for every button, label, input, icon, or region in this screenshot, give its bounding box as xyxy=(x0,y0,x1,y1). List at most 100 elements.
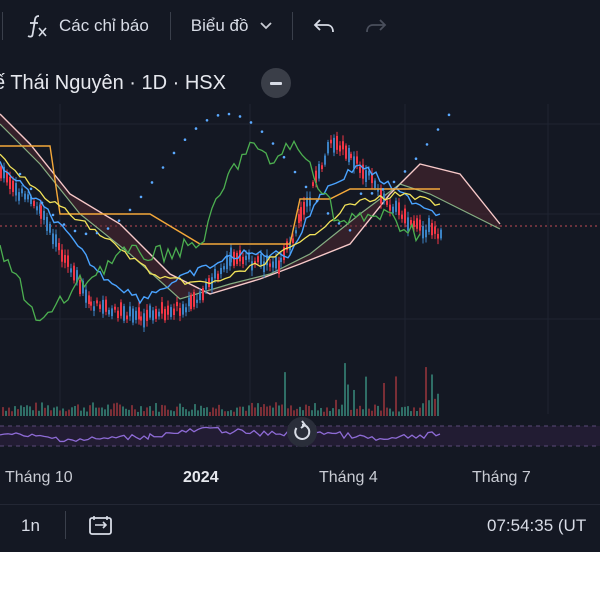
candle-body xyxy=(356,156,358,164)
volume-bar xyxy=(428,400,430,416)
volume-bar xyxy=(167,409,169,416)
volume-bar xyxy=(398,411,400,416)
volume-bar xyxy=(173,411,175,416)
volume-bar xyxy=(404,406,406,416)
candle-body xyxy=(15,183,17,196)
candle-body xyxy=(336,135,338,150)
volume-bar xyxy=(287,408,289,416)
parabolic-sar-dot xyxy=(139,195,143,199)
volume-bar xyxy=(65,411,67,416)
candle-body xyxy=(79,279,81,295)
volume-bar xyxy=(236,407,238,416)
candle-body xyxy=(105,299,107,312)
volume-bars xyxy=(2,363,439,416)
volume-bar xyxy=(419,407,421,416)
candle-body xyxy=(205,283,207,290)
volume-bar xyxy=(92,402,94,416)
symbol-title[interactable]: ế Thái Nguyên · 1D · HSX xyxy=(0,72,226,95)
interval-button[interactable]: 1n xyxy=(21,516,40,536)
volume-bar xyxy=(185,409,187,416)
compare-button[interactable] xyxy=(88,514,114,543)
volume-bar xyxy=(323,411,325,416)
candle-body xyxy=(330,139,332,144)
candle-body xyxy=(155,309,157,319)
candle-body xyxy=(126,315,128,320)
volume-bar xyxy=(266,406,268,416)
candle-body xyxy=(176,301,178,307)
app-window: Các chỉ báo Biểu đồ ế Thái Nguyên · 1D ·… xyxy=(0,0,600,552)
volume-bar xyxy=(248,405,250,416)
volume-bar xyxy=(362,409,364,416)
volume-bar xyxy=(83,407,85,416)
parabolic-sar-dot xyxy=(73,229,77,233)
candle-body xyxy=(269,263,271,267)
parabolic-sar-dot xyxy=(18,172,22,176)
parabolic-sar-dot xyxy=(194,127,198,130)
candle-body xyxy=(9,176,11,189)
x-axis-label: Tháng 10 xyxy=(5,469,73,486)
volume-bar xyxy=(110,409,112,416)
volume-bar xyxy=(32,410,34,416)
candle-body xyxy=(413,220,415,227)
candle-body xyxy=(129,306,131,317)
chart-type-dropdown[interactable]: Biểu đồ xyxy=(191,0,273,52)
candle-body xyxy=(111,308,113,317)
volume-bar xyxy=(158,411,160,416)
volume-bar xyxy=(95,407,97,416)
redo-button[interactable] xyxy=(365,0,387,52)
parabolic-sar-dot xyxy=(249,121,253,124)
volume-bar xyxy=(389,408,391,416)
parabolic-sar-dot xyxy=(425,143,429,146)
parabolic-sar-dot xyxy=(227,112,231,116)
candle-body xyxy=(339,145,341,152)
volume-bar xyxy=(74,405,76,416)
collapse-button[interactable] xyxy=(261,68,291,98)
candle-body xyxy=(324,155,326,165)
volume-bar xyxy=(113,403,115,416)
candle-body xyxy=(359,166,361,173)
candle-body xyxy=(272,261,274,268)
candle-body xyxy=(146,309,148,321)
volume-bar xyxy=(23,407,25,416)
redo-icon xyxy=(365,17,387,35)
candle-body xyxy=(190,294,192,310)
candle-body xyxy=(99,304,101,309)
volume-bar xyxy=(344,363,346,416)
volume-bar xyxy=(8,407,10,416)
compare-icon xyxy=(89,516,112,535)
candle-body xyxy=(401,214,403,219)
parabolic-sar-dot xyxy=(348,228,352,232)
volume-bar xyxy=(11,411,13,416)
price-chart[interactable] xyxy=(0,104,600,456)
candle-body xyxy=(350,153,352,159)
candle-body xyxy=(55,234,57,247)
volume-bar xyxy=(413,407,415,416)
volume-bar xyxy=(434,398,436,416)
reset-chart-button[interactable] xyxy=(287,417,317,447)
volume-bar xyxy=(47,405,49,416)
volume-bar xyxy=(86,411,88,416)
volume-bar xyxy=(221,409,223,416)
candle-body xyxy=(321,165,323,170)
candle-body xyxy=(117,310,119,319)
candle-body xyxy=(90,301,92,306)
candle-body xyxy=(242,256,244,264)
volume-bar xyxy=(383,383,385,416)
volume-bar xyxy=(260,407,262,416)
volume-bar xyxy=(290,405,292,416)
bottom-toolbar: 1n 07:54:35 (UT xyxy=(0,504,600,552)
candle-body xyxy=(220,267,222,275)
parabolic-sar-dot xyxy=(84,232,88,236)
indicators-button[interactable]: Các chỉ báo xyxy=(25,0,149,52)
parabolic-sar-dot xyxy=(436,128,440,131)
parabolic-sar-dot xyxy=(62,223,66,226)
volume-bar xyxy=(437,393,439,416)
volume-bar xyxy=(341,404,343,416)
volume-bar xyxy=(425,367,427,416)
volume-bar xyxy=(242,406,244,416)
candle-body xyxy=(263,261,265,273)
parabolic-sar-dot xyxy=(359,192,363,195)
undo-button[interactable] xyxy=(313,0,335,52)
candle-body xyxy=(425,229,427,238)
parabolic-sar-dot xyxy=(447,113,451,117)
